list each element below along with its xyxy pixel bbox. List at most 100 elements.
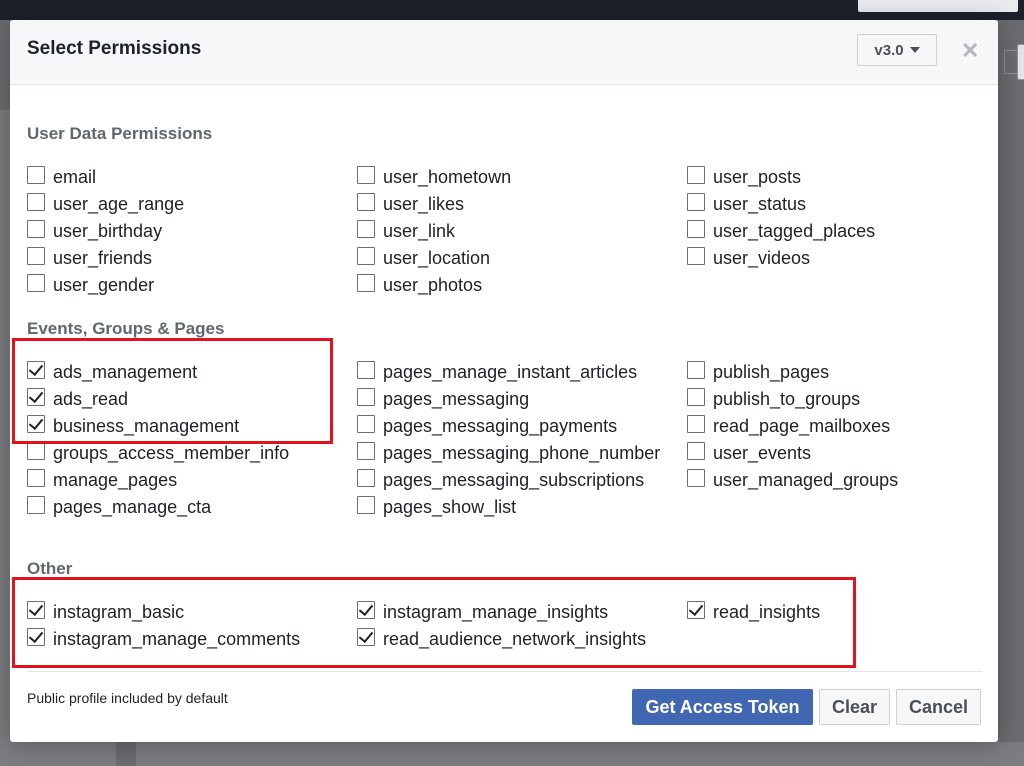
permission-label: user_birthday bbox=[53, 220, 163, 241]
permission-publish-pages[interactable]: publish_pages bbox=[687, 360, 829, 384]
permission-user-events[interactable]: user_events bbox=[687, 441, 811, 465]
permission-user-status[interactable]: user_status bbox=[687, 192, 806, 216]
background-icon-button bbox=[1004, 50, 1018, 74]
permission-user-age-range[interactable]: user_age_range bbox=[27, 192, 184, 216]
checkbox[interactable] bbox=[357, 469, 375, 487]
checkbox[interactable] bbox=[27, 247, 45, 265]
checkbox-checked[interactable] bbox=[27, 415, 45, 433]
permission-email[interactable]: email bbox=[27, 165, 96, 189]
permission-user-managed-groups[interactable]: user_managed_groups bbox=[687, 468, 898, 492]
permission-label: user_hometown bbox=[383, 166, 512, 187]
section-title-other: Other bbox=[27, 559, 73, 578]
checkbox[interactable] bbox=[27, 166, 45, 184]
checkbox[interactable] bbox=[357, 193, 375, 211]
permission-instagram-basic[interactable]: instagram_basic bbox=[27, 600, 184, 624]
permission-pages-manage-cta[interactable]: pages_manage_cta bbox=[27, 495, 211, 519]
permission-label: pages_show_list bbox=[383, 496, 517, 517]
checkbox-checked[interactable] bbox=[27, 361, 45, 379]
permission-user-videos[interactable]: user_videos bbox=[687, 246, 810, 270]
checkbox[interactable] bbox=[357, 388, 375, 406]
checkbox-checked[interactable] bbox=[357, 628, 375, 646]
permission-read-audience-network-insights[interactable]: read_audience_network_insights bbox=[357, 627, 646, 651]
dialog-header: Select Permissions v3.0 ✕ bbox=[10, 20, 998, 85]
checkbox-checked[interactable] bbox=[27, 628, 45, 646]
checkbox[interactable] bbox=[357, 166, 375, 184]
permission-read-page-mailboxes[interactable]: read_page_mailboxes bbox=[687, 414, 890, 438]
permission-label: user_status bbox=[713, 193, 807, 214]
permission-read-insights[interactable]: read_insights bbox=[687, 600, 820, 624]
permission-user-likes[interactable]: user_likes bbox=[357, 192, 464, 216]
permission-user-link[interactable]: user_link bbox=[357, 219, 455, 243]
permission-pages-messaging[interactable]: pages_messaging bbox=[357, 387, 529, 411]
footer-divider bbox=[27, 671, 982, 672]
checkbox[interactable] bbox=[27, 220, 45, 238]
checkbox[interactable] bbox=[27, 274, 45, 292]
permission-publish-to-groups[interactable]: publish_to_groups bbox=[687, 387, 860, 411]
permission-manage-pages[interactable]: manage_pages bbox=[27, 468, 177, 492]
permission-label: pages_manage_cta bbox=[53, 496, 212, 517]
permission-label: pages_messaging_payments bbox=[383, 415, 618, 436]
checkbox-checked[interactable] bbox=[687, 601, 705, 619]
checkbox[interactable] bbox=[27, 442, 45, 460]
checkbox[interactable] bbox=[687, 193, 705, 211]
permission-label: user_managed_groups bbox=[713, 469, 899, 490]
permission-user-photos[interactable]: user_photos bbox=[357, 273, 482, 297]
permission-pages-show-list[interactable]: pages_show_list bbox=[357, 495, 516, 519]
permission-pages-messaging-subscriptions[interactable]: pages_messaging_subscriptions bbox=[357, 468, 644, 492]
checkbox[interactable] bbox=[27, 496, 45, 514]
caret-down-icon bbox=[909, 47, 920, 53]
checkbox[interactable] bbox=[357, 496, 375, 514]
permission-user-hometown[interactable]: user_hometown bbox=[357, 165, 511, 189]
checkbox[interactable] bbox=[687, 415, 705, 433]
permission-groups-access-member-info[interactable]: groups_access_member_info bbox=[27, 441, 289, 465]
permission-label: instagram_basic bbox=[53, 601, 185, 622]
permission-business-management[interactable]: business_management bbox=[27, 414, 239, 438]
permission-user-gender[interactable]: user_gender bbox=[27, 273, 154, 297]
checkbox[interactable] bbox=[687, 361, 705, 379]
checkbox[interactable] bbox=[687, 469, 705, 487]
checkbox-checked[interactable] bbox=[27, 388, 45, 406]
permission-label: user_videos bbox=[713, 247, 811, 268]
checkbox[interactable] bbox=[357, 442, 375, 460]
get-access-token-button[interactable]: Get Access Token bbox=[632, 689, 813, 725]
checkbox[interactable] bbox=[687, 247, 705, 265]
close-icon[interactable]: ✕ bbox=[961, 40, 979, 62]
permission-ads-management[interactable]: ads_management bbox=[27, 360, 197, 384]
checkbox[interactable] bbox=[357, 415, 375, 433]
checkbox[interactable] bbox=[687, 388, 705, 406]
checkbox[interactable] bbox=[687, 220, 705, 238]
permission-pages-messaging-phone-number[interactable]: pages_messaging_phone_number bbox=[357, 441, 660, 465]
checkbox-checked[interactable] bbox=[357, 601, 375, 619]
version-select[interactable]: v3.0 bbox=[857, 34, 937, 66]
dialog-title: Select Permissions bbox=[27, 38, 202, 59]
checkbox[interactable] bbox=[687, 442, 705, 460]
permission-label: ads_read bbox=[53, 388, 129, 409]
checkbox[interactable] bbox=[357, 361, 375, 379]
permission-instagram-manage-comments[interactable]: instagram_manage_comments bbox=[27, 627, 300, 651]
permission-instagram-manage-insights[interactable]: instagram_manage_insights bbox=[357, 600, 608, 624]
cancel-button[interactable]: Cancel bbox=[896, 689, 981, 725]
checkbox[interactable] bbox=[27, 469, 45, 487]
checkbox[interactable] bbox=[357, 274, 375, 292]
permission-pages-manage-instant-articles[interactable]: pages_manage_instant_articles bbox=[357, 360, 637, 384]
permission-user-tagged-places[interactable]: user_tagged_places bbox=[687, 219, 875, 243]
clear-button[interactable]: Clear bbox=[819, 689, 890, 725]
permission-user-birthday[interactable]: user_birthday bbox=[27, 219, 162, 243]
permission-label: instagram_manage_insights bbox=[383, 601, 609, 622]
permission-ads-read[interactable]: ads_read bbox=[27, 387, 128, 411]
permission-pages-messaging-payments[interactable]: pages_messaging_payments bbox=[357, 414, 617, 438]
permission-label: pages_messaging_phone_number bbox=[383, 442, 661, 463]
permission-label: user_photos bbox=[383, 274, 483, 295]
footer-note: Public profile included by default bbox=[27, 690, 228, 706]
checkbox[interactable] bbox=[687, 166, 705, 184]
checkbox[interactable] bbox=[357, 247, 375, 265]
checkbox[interactable] bbox=[27, 193, 45, 211]
permission-label: user_tagged_places bbox=[713, 220, 876, 241]
permission-user-posts[interactable]: user_posts bbox=[687, 165, 801, 189]
checkbox-checked[interactable] bbox=[27, 601, 45, 619]
checkbox[interactable] bbox=[357, 220, 375, 238]
background-search-input bbox=[858, 0, 1018, 12]
permission-user-location[interactable]: user_location bbox=[357, 246, 490, 270]
permission-user-friends[interactable]: user_friends bbox=[27, 246, 152, 270]
permission-label: pages_messaging_subscriptions bbox=[383, 469, 645, 490]
